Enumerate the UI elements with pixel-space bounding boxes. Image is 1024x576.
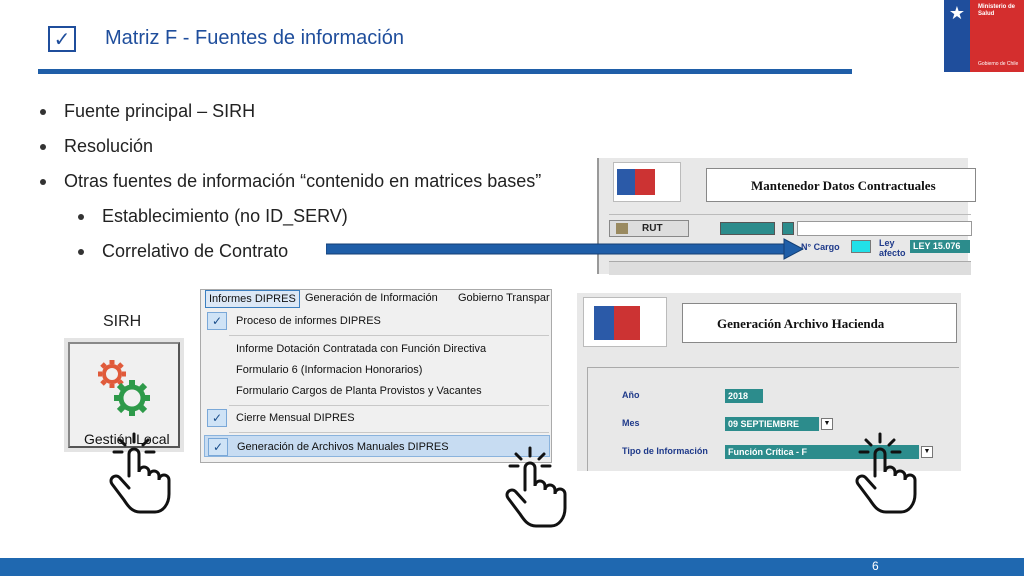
- pointing-hand-icon: [505, 446, 567, 528]
- screen-logo: [583, 297, 667, 347]
- ano-field[interactable]: 2018: [725, 389, 763, 403]
- bullet-text: Fuente principal – SIRH: [64, 101, 256, 121]
- bullet-dot: [40, 109, 46, 115]
- ley-label: Ley afecto: [879, 238, 906, 258]
- mes-value: 09 SEPTIEMBRE: [725, 417, 819, 431]
- mes-select[interactable]: 09 SEPTIEMBRE ▼: [725, 417, 835, 431]
- sirh-label: SIRH: [103, 313, 142, 330]
- field-label-tipo: Tipo de Información: [622, 446, 708, 456]
- menu-item-label: Proceso de informes DIPRES: [236, 315, 381, 327]
- logo-government-text: Gobierno de Chile: [978, 61, 1019, 67]
- rut-dv-field[interactable]: [782, 222, 794, 235]
- menu-item-cierre-mensual[interactable]: ✓ Cierre Mensual DIPRES: [204, 407, 550, 429]
- field-label-ano: Año: [622, 390, 640, 400]
- menu-item-label: Formulario 6 (Informacion Honorarios): [236, 364, 423, 376]
- bullet-text: Otras fuentes de información “contenido …: [64, 171, 542, 191]
- check-icon: ✓: [207, 409, 227, 427]
- ncargo-field[interactable]: [851, 240, 871, 253]
- check-icon: ✓: [207, 312, 227, 330]
- tab-generacion-informacion[interactable]: Generación de Información: [305, 292, 438, 304]
- page-title: Matriz F - Fuentes de información: [105, 27, 404, 49]
- ministry-logo: ★ Ministerio de Salud Gobierno de Chile: [944, 0, 1024, 72]
- menu-item-label: Informe Dotación Contratada con Función …: [236, 343, 487, 355]
- gears-icon: [98, 360, 150, 416]
- menu-bar: Informes DIPRES Generación de Informació…: [201, 290, 551, 308]
- logo-ministry-text: Ministerio de Salud: [978, 4, 1016, 17]
- rut-button[interactable]: RUT: [609, 220, 689, 237]
- screen-title-box: Generación Archivo Hacienda: [682, 303, 957, 343]
- bullet-dot: [40, 144, 46, 150]
- pointing-hand-icon: [855, 432, 917, 514]
- bullet-dot: [40, 179, 46, 185]
- footer-bar: 6: [0, 558, 1024, 576]
- check-icon: ✓: [208, 438, 228, 456]
- menu-item-label: Formulario Cargos de Planta Provistos y …: [236, 385, 482, 397]
- check-glyph: ✓: [53, 27, 71, 51]
- screen-logo: [613, 162, 681, 202]
- name-field[interactable]: [797, 221, 972, 236]
- rut-field[interactable]: [720, 222, 775, 235]
- menu-item-formulario-cargos[interactable]: Formulario Cargos de Planta Provistos y …: [204, 380, 550, 402]
- menu-item-informe-dotacion[interactable]: Informe Dotación Contratada con Función …: [204, 338, 550, 360]
- menu-separator: [229, 405, 549, 406]
- bullet-text: Establecimiento (no ID_SERV): [102, 206, 348, 226]
- dipres-menu-screenshot: Informes DIPRES Generación de Informació…: [200, 289, 552, 463]
- bullet-text: Correlativo de Contrato: [102, 241, 289, 261]
- star-icon: ★: [948, 3, 966, 23]
- menu-separator: [229, 335, 549, 336]
- bullet-text: Resolución: [64, 136, 154, 156]
- pointing-hand-icon: [109, 432, 171, 514]
- menu-separator: [229, 432, 549, 433]
- bullet-dot: [78, 249, 84, 255]
- menu-item-label: Cierre Mensual DIPRES: [236, 412, 355, 424]
- check-icon: ✓: [48, 26, 76, 52]
- page-number: 6: [872, 559, 879, 573]
- chevron-down-icon[interactable]: ▼: [821, 418, 833, 430]
- screen-title: Generación Archivo Hacienda: [717, 316, 885, 331]
- field-label-mes: Mes: [622, 418, 640, 428]
- screen-title-box: Mantenedor Datos Contractuales: [706, 168, 976, 202]
- menu-item-proceso-informes[interactable]: ✓ Proceso de informes DIPRES: [204, 310, 550, 332]
- rut-label: RUT: [642, 223, 663, 234]
- bullet-dot: [78, 214, 84, 220]
- header-divider: [38, 69, 852, 74]
- screen-title: Mantenedor Datos Contractuales: [751, 178, 936, 193]
- menu-item-formulario-6[interactable]: Formulario 6 (Informacion Honorarios): [204, 359, 550, 381]
- ley-field[interactable]: LEY 15.076: [910, 240, 970, 253]
- ncargo-label: N° Cargo: [801, 242, 840, 252]
- tab-gobierno-transparente[interactable]: Gobierno Transpar: [458, 292, 550, 304]
- tab-informes-dipres[interactable]: Informes DIPRES: [205, 290, 300, 308]
- menu-item-label: Generación de Archivos Manuales DIPRES: [237, 441, 449, 453]
- lower-panel: [609, 261, 971, 275]
- arrow-right-icon: [326, 238, 804, 260]
- id-card-icon: [616, 223, 628, 234]
